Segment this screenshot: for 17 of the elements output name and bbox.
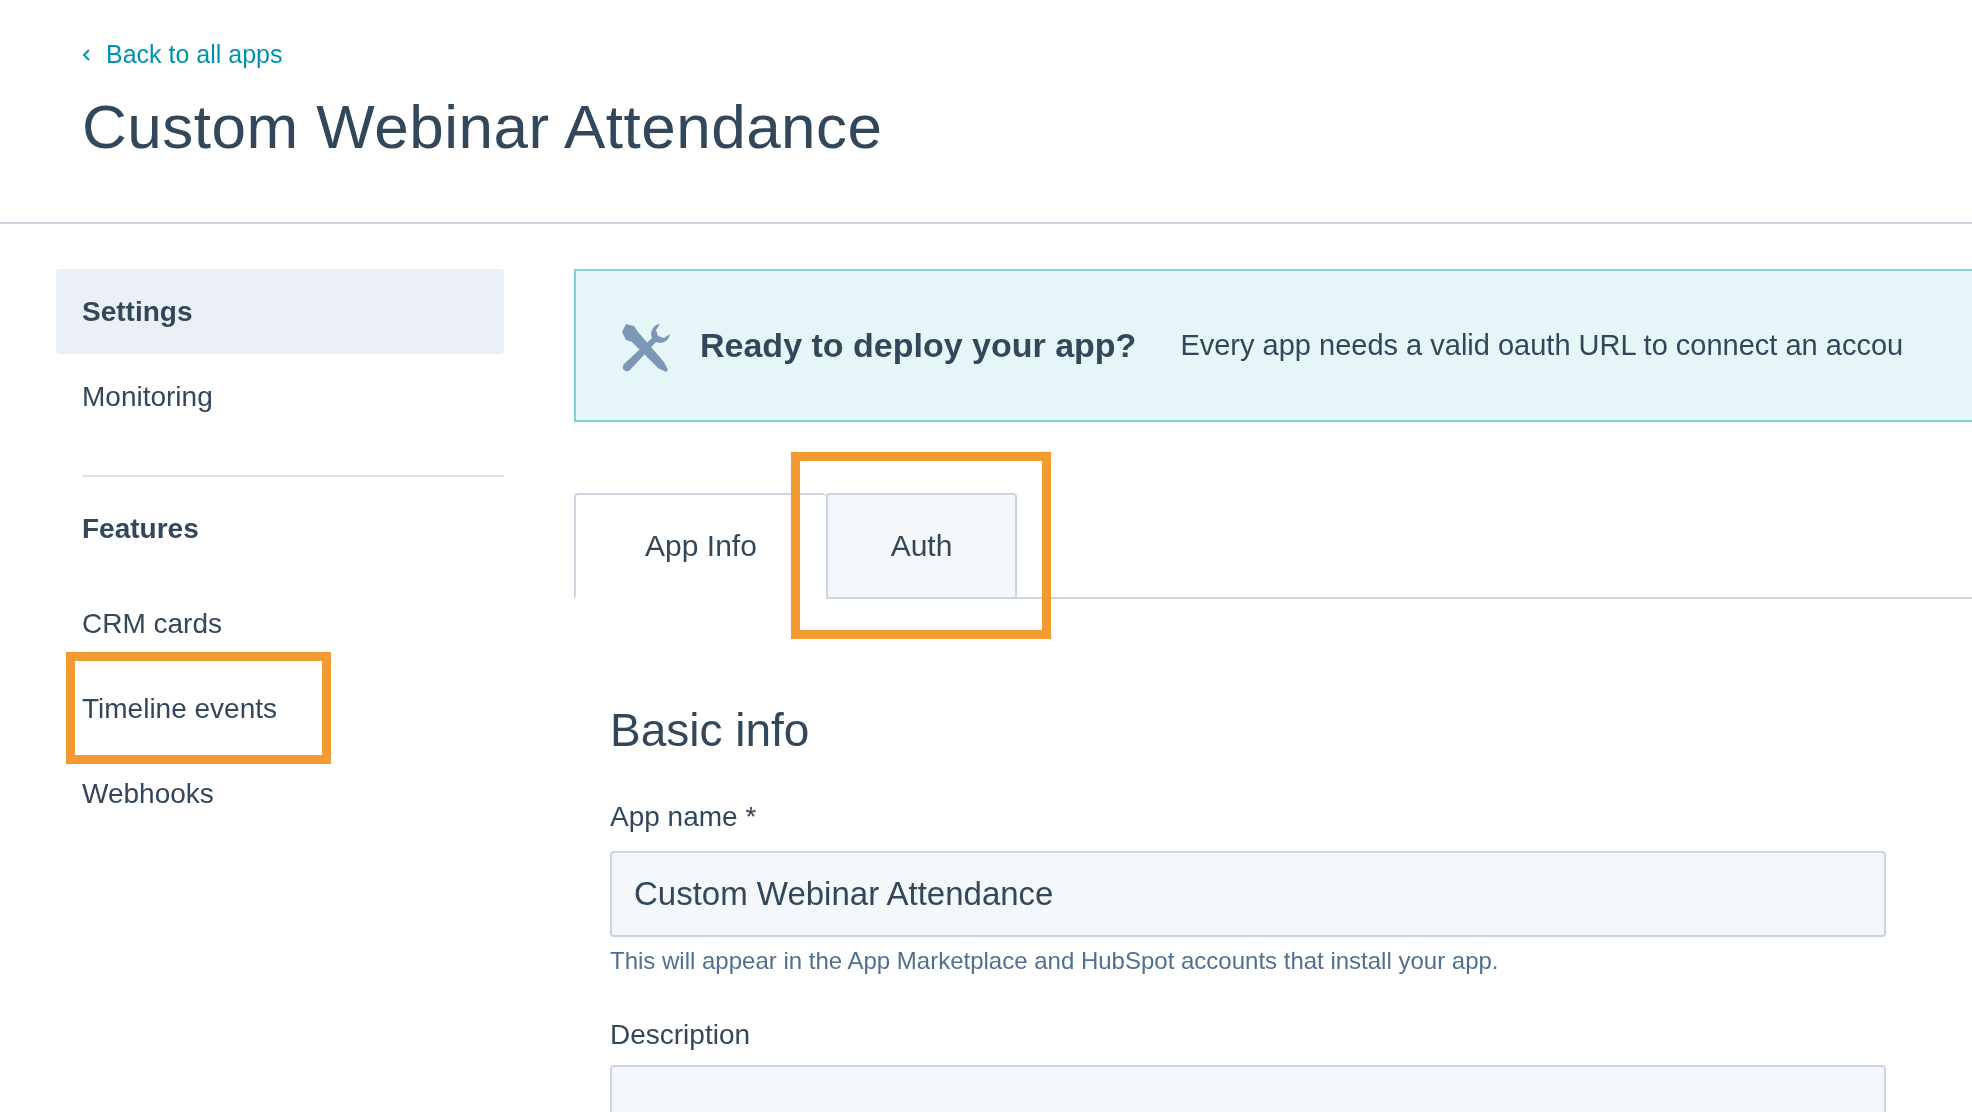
sidebar-heading: Features	[81, 512, 200, 546]
help-text: This will appear in the App Marketplace and HubSpot accounts that install your app.	[610, 947, 1500, 975]
field-label: Description	[610, 1019, 752, 1051]
sidebar-item[interactable]: CRM cards	[56, 581, 504, 666]
field-label: App name *	[610, 801, 758, 833]
sidebar-item[interactable]: Timeline events	[56, 666, 504, 751]
banner-text: Every app needs a valid oauth URL to connect an accou	[1180, 329, 1904, 362]
section-heading: Basic info	[610, 703, 811, 757]
banner-title: Ready to deploy your app?	[700, 326, 1137, 365]
tab[interactable]: App Info	[574, 493, 826, 599]
tab[interactable]: Auth	[826, 493, 1017, 599]
input-field[interactable]: Custom Webinar Attendance	[610, 851, 1886, 937]
sidebar-item[interactable]: Monitoring	[56, 354, 504, 439]
back-link[interactable]: Back to all apps	[82, 40, 283, 69]
sidebar-item[interactable]: Webhooks	[56, 751, 504, 836]
sidebar-item[interactable]: Settings	[56, 269, 504, 354]
page-title: Custom Webinar Attendance	[82, 91, 884, 162]
